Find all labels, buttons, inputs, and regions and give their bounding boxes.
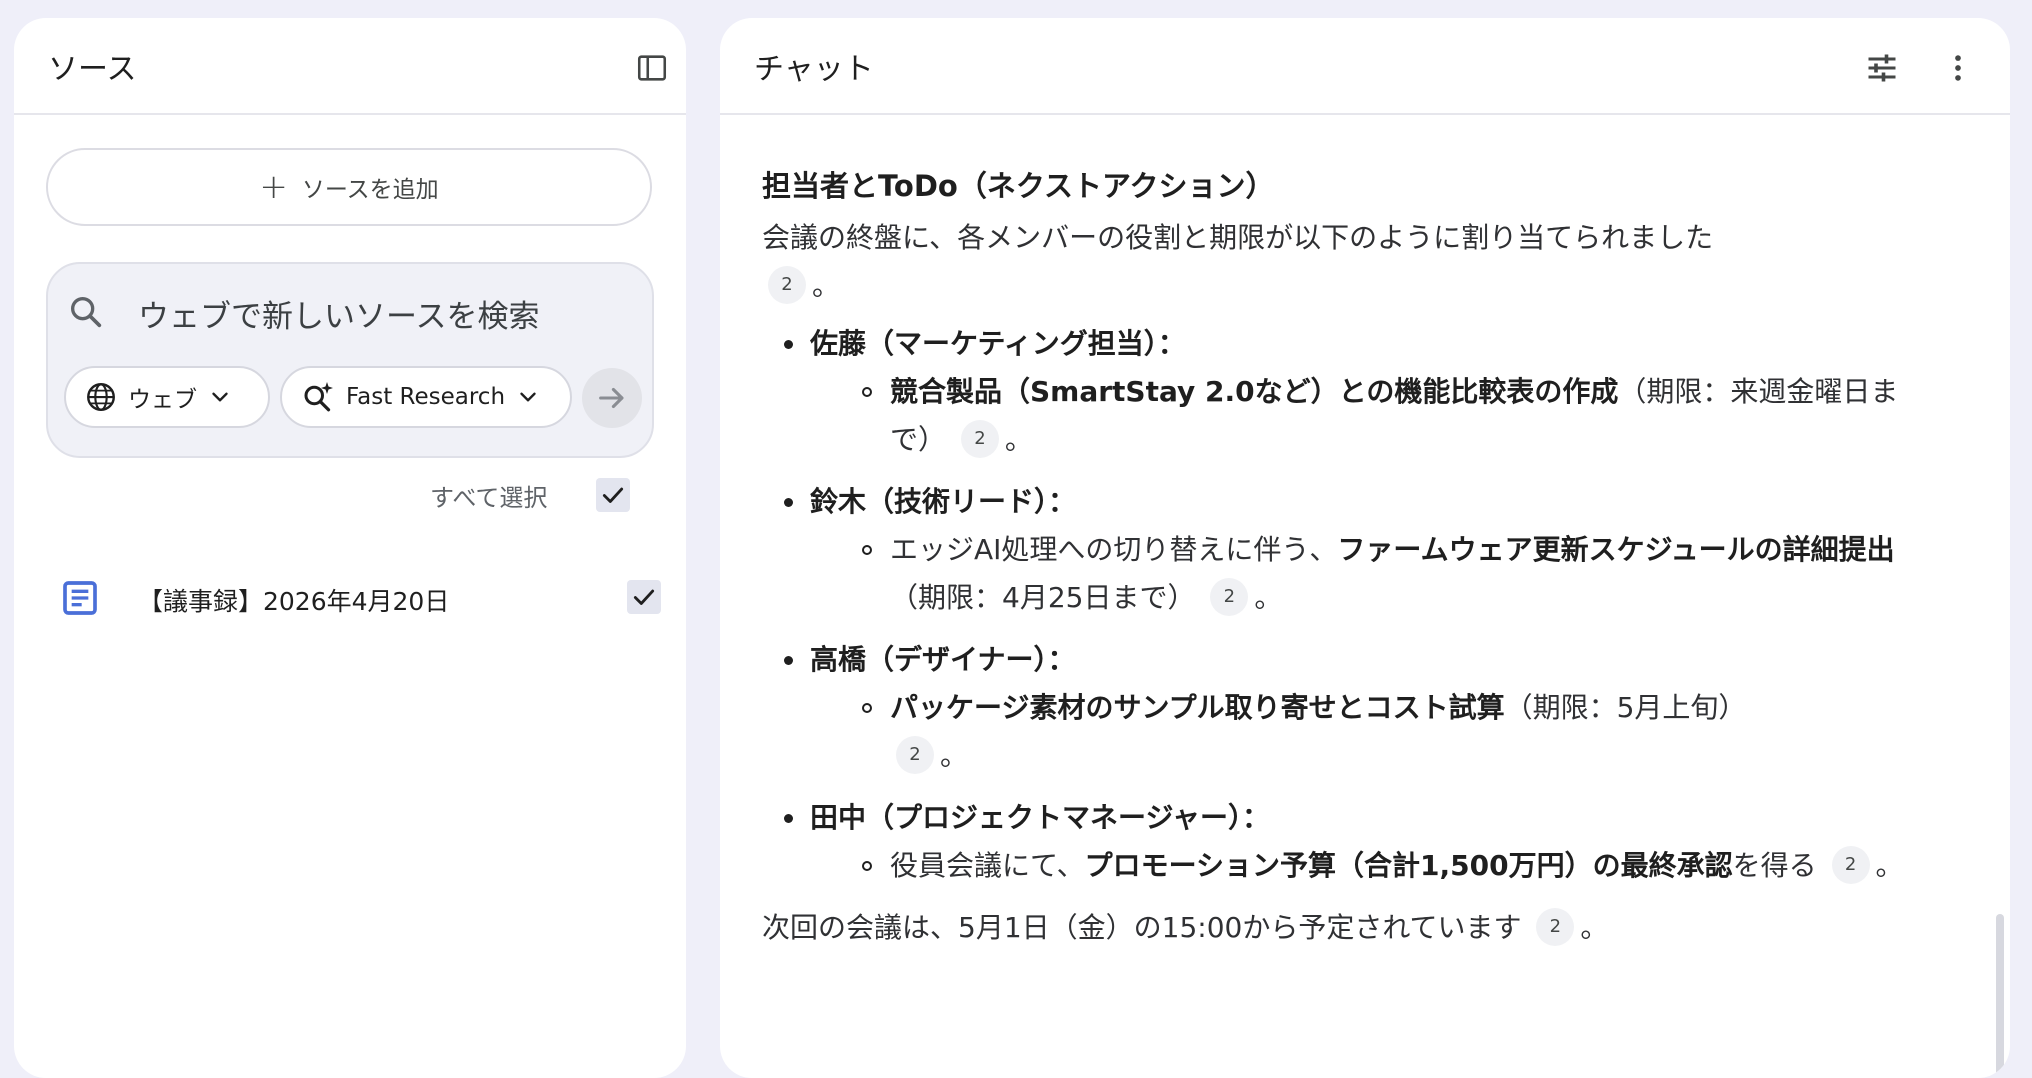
source-list-item[interactable]: 【議事録】2026年4月20日 [44,558,664,638]
section-heading: 担当者とToDo（ネクストアクション） [762,169,1275,203]
document-icon [63,581,97,615]
task-title: 競合製品（SmartStay 2.0など）との機能比較表の作成 [890,375,1619,408]
sources-panel: ソース + ソースを追加 ウェブで新しいソースを検索 ウェブ Fast Rese… [14,18,686,1078]
assignee-name: 田中（プロジェクトマネージャー）： [810,801,1271,834]
task-item: エッジAI処理への切り替えに伴う、ファームウェア更新スケジュールの詳細提出 （期限… [810,526,1942,622]
check-icon [602,487,624,503]
tune-icon [1868,54,1896,82]
research-chip-label: Fast Research [346,384,506,410]
closing-paragraph: 次回の会議は、5月1日（金）の15:00から予定されています 2。 [762,904,1942,952]
chat-header: チャット [720,18,2010,115]
citation-chip[interactable]: 2 [896,736,934,774]
chat-more-button[interactable] [1934,44,1982,92]
check-icon [633,589,655,605]
chat-panel: チャット 担当者とToDo（ネクストアクション） 会議の終盤に、各メンバーの役割… [720,18,2010,1078]
select-all-checkbox[interactable] [596,478,630,512]
web-search-input[interactable] [136,288,620,346]
intro-text: 会議の終盤に、各メンバーの役割と期限が以下のように割り当てられました [762,221,1714,254]
assignment-item: 高橋（デザイナー）： パッケージ素材のサンプル取り寄せとコスト試算（期限：5月上… [762,636,1942,780]
assignment-list: 佐藤（マーケティング担当）： 競合製品（SmartStay 2.0など）との機能… [762,320,1942,890]
more-vert-icon [1955,55,1961,81]
citation-chip[interactable]: 2 [1831,846,1870,884]
web-search-box: ウェブ Fast Research [46,262,654,458]
task-deadline: （期限：4月25日まで） [890,581,1196,614]
assignee-name: 鈴木（技術リード）： [810,485,1077,518]
chevron-down-icon [520,392,536,402]
citation-chip[interactable]: 2 [768,266,806,304]
task-context: 役員会議にて、 [890,849,1085,882]
sparkle-search-icon [304,382,333,412]
task-deadline: （期限：5月上旬） [1504,691,1747,724]
assignee-name: 佐藤（マーケティング担当）： [810,327,1186,360]
sources-title: ソース [48,52,137,87]
citation-chip[interactable]: 2 [1536,908,1575,946]
task-title: パッケージ素材のサンプル取り寄せとコスト試算 [890,691,1505,724]
web-chip-label: ウェブ [128,387,197,413]
task-item: 役員会議にて、プロモーション予算（合計1,500万円）の最終承認を得る 2。 [810,842,1942,890]
chat-title: チャット [754,52,874,87]
intro-paragraph: 会議の終盤に、各メンバーの役割と期限が以下のように割り当てられました 2。 [762,221,1714,304]
web-source-dropdown[interactable]: ウェブ [64,366,270,428]
chat-settings-button[interactable] [1858,44,1906,92]
assignee-name: 高橋（デザイナー）： [810,643,1076,676]
assignment-item: 田中（プロジェクトマネージャー）： 役員会議にて、プロモーション予算（合計1,5… [762,794,1942,890]
source-item-title: 【議事録】2026年4月20日 [138,587,450,616]
chat-scrollbar[interactable] [1996,914,2004,1078]
search-icon [66,292,106,336]
submit-search-button[interactable] [582,368,642,428]
task-context: エッジAI処理への切り替えに伴う、 [890,533,1338,566]
chat-message: 担当者とToDo（ネクストアクション） 会議の終盤に、各メンバーの役割と期限が以… [762,148,1942,952]
plus-icon: + [259,167,288,207]
citation-chip[interactable]: 2 [1210,578,1249,616]
task-title: プロモーション予算（合計1,500万円）の最終承認 [1084,849,1733,882]
add-source-label: ソースを追加 [301,177,439,203]
source-item-checkbox[interactable] [627,580,661,614]
arrow-right-icon [599,387,624,409]
citation-chip[interactable]: 2 [960,420,999,458]
chevron-down-icon [212,392,228,402]
add-source-button[interactable]: + ソースを追加 [46,148,652,226]
globe-icon [87,383,115,411]
closing-text: 次回の会議は、5月1日（金）の15:00から予定されています [762,911,1522,944]
sources-header: ソース [14,18,686,115]
select-all-label: すべて選択 [430,484,548,512]
collapse-panel-button[interactable] [628,44,676,92]
task-item: パッケージ素材のサンプル取り寄せとコスト試算（期限：5月上旬） 2。 [810,684,1942,780]
task-item: 競合製品（SmartStay 2.0など）との機能比較表の作成（期限：来週金曜日… [810,368,1942,464]
task-deadline: を得る [1732,849,1817,882]
assignment-item: 佐藤（マーケティング担当）： 競合製品（SmartStay 2.0など）との機能… [762,320,1942,464]
research-mode-dropdown[interactable]: Fast Research [280,366,572,428]
sidebar-panel-icon [637,55,667,81]
task-title: ファームウェア更新スケジュールの詳細提出 [1337,533,1895,566]
assignment-item: 鈴木（技術リード）： エッジAI処理への切り替えに伴う、ファームウェア更新スケジ… [762,478,1942,622]
